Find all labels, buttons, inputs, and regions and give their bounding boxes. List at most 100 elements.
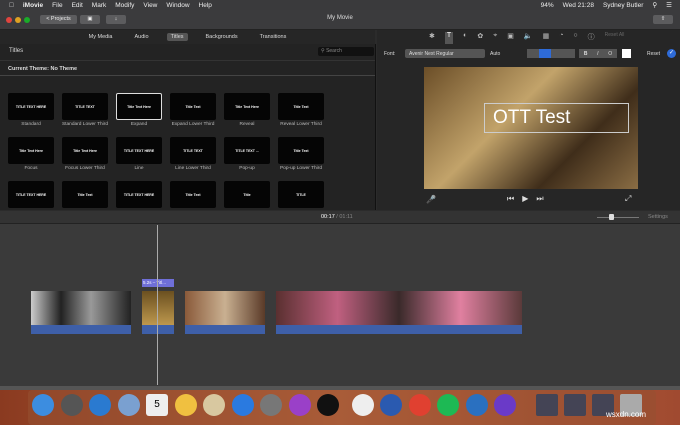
video-preview[interactable]: OTT Test xyxy=(424,67,638,189)
stabilization-icon[interactable]: ▣ xyxy=(507,32,514,44)
title-tile[interactable]: Title Text xyxy=(170,181,216,208)
menu-view[interactable]: View xyxy=(143,2,157,9)
app-menu[interactable]: iMovie xyxy=(23,2,43,9)
dock-preview-icon[interactable] xyxy=(117,394,140,416)
menu-mark[interactable]: Mark xyxy=(92,2,106,9)
dock-folder-icon[interactable] xyxy=(536,394,558,416)
clip-person[interactable] xyxy=(185,291,265,327)
audio-track[interactable] xyxy=(142,325,174,334)
alignment-buttons[interactable] xyxy=(527,49,575,58)
search-input[interactable]: ⚲ Search xyxy=(318,47,374,56)
title-tile[interactable]: Title Text Here xyxy=(8,137,54,164)
dock-imovie-icon[interactable] xyxy=(494,394,516,416)
clock[interactable]: Wed 21:28 xyxy=(563,2,594,9)
skip-back-icon[interactable]: ⏮ xyxy=(507,194,514,204)
font-size-select[interactable]: Auto xyxy=(490,51,500,57)
title-tile[interactable]: Title Text xyxy=(278,93,324,120)
title-tile[interactable]: Title xyxy=(224,181,270,208)
title-tile[interactable]: TITLE TEXT HERE xyxy=(8,181,54,208)
dock-word-icon[interactable] xyxy=(380,394,402,416)
dock-chrome-icon[interactable] xyxy=(408,394,431,416)
control-center-icon[interactable]: ☰ xyxy=(666,1,672,9)
title-tile[interactable]: TITLE TEXT HERE xyxy=(116,181,162,208)
title-tile[interactable]: Title Text Here xyxy=(116,93,162,120)
playhead[interactable] xyxy=(157,225,158,385)
dock-photos-icon[interactable] xyxy=(174,394,197,416)
style-buttons[interactable]: BIO xyxy=(579,49,617,58)
menu-window[interactable]: Window xyxy=(166,2,189,9)
tab-transitions[interactable]: Transitions xyxy=(256,33,291,41)
speed-icon[interactable]: ◔ xyxy=(559,32,563,44)
reset-button[interactable]: Reset xyxy=(647,51,660,57)
microphone-icon[interactable]: 🎤 xyxy=(426,195,436,204)
share-button[interactable]: ⇧ xyxy=(653,15,673,24)
title-tile-label: Focus Lower Third xyxy=(65,166,105,171)
tab-my-media[interactable]: My Media xyxy=(85,33,117,41)
dock-launchpad-icon[interactable] xyxy=(60,394,83,416)
tab-backgrounds[interactable]: Backgrounds xyxy=(202,33,242,41)
text-color-swatch[interactable] xyxy=(622,49,631,58)
dock-safari-icon[interactable] xyxy=(89,394,111,416)
audio-track[interactable] xyxy=(31,325,131,334)
menu-help[interactable]: Help xyxy=(199,2,212,9)
title-tile[interactable]: Title Text xyxy=(278,137,324,164)
tab-audio[interactable]: Audio xyxy=(131,33,153,41)
dock-calendar-icon[interactable]: 5 xyxy=(146,394,168,416)
title-overlay-text[interactable]: OTT Test xyxy=(484,103,629,133)
title-clip[interactable]: 5.2s – Titl... xyxy=(142,279,174,287)
menu-file[interactable]: File xyxy=(52,2,62,9)
dock-app-store-icon[interactable] xyxy=(231,394,254,416)
clip-flowers[interactable] xyxy=(276,291,522,327)
title-tile[interactable]: Title Text Here xyxy=(62,137,108,164)
zoom-slider-thumb[interactable] xyxy=(609,214,614,220)
title-tile-label: Focus xyxy=(24,166,38,171)
title-tile[interactable]: TITLE TEXT HERE xyxy=(116,137,162,164)
title-tile-label: Line Lower Third xyxy=(175,166,211,171)
zoom-slider[interactable] xyxy=(597,214,639,220)
apple-menu-icon[interactable]:  xyxy=(9,2,14,9)
clip-clapperboard[interactable] xyxy=(31,291,131,327)
title-tile[interactable]: TITLE TEXT ... xyxy=(224,137,270,164)
volume-icon[interactable]: 🔈 xyxy=(524,32,533,44)
title-tile[interactable]: Title Text xyxy=(170,93,216,120)
tab-titles[interactable]: Titles xyxy=(166,33,188,41)
menu-edit[interactable]: Edit xyxy=(72,2,83,9)
title-tile[interactable]: TITLE TEXT xyxy=(62,93,108,120)
skip-forward-icon[interactable]: ⏭ xyxy=(536,194,543,204)
text-icon[interactable]: T xyxy=(444,32,454,44)
dock-finder-icon[interactable] xyxy=(32,394,54,416)
dock-trello-icon[interactable] xyxy=(465,394,488,416)
title-tile[interactable]: TITLE TEXT xyxy=(170,137,216,164)
audio-track[interactable] xyxy=(276,325,522,334)
settings-button[interactable]: Settings xyxy=(648,214,668,220)
fullscreen-icon[interactable]: ⤢ xyxy=(625,194,631,204)
user-name[interactable]: Sydney Butler xyxy=(603,2,643,9)
reset-all-button[interactable]: Reset All xyxy=(605,32,625,44)
dock-spotify-icon[interactable] xyxy=(437,394,459,416)
color-correction-icon[interactable]: ✿ xyxy=(477,32,483,44)
battery-status[interactable]: 94% xyxy=(541,2,554,9)
dock-slack-icon[interactable] xyxy=(351,394,374,416)
title-tile[interactable]: Title Text xyxy=(62,181,108,208)
dock-system-preferences-icon[interactable] xyxy=(260,394,282,416)
filter-icon[interactable]: ○ xyxy=(573,32,577,44)
dock-podcasts-icon[interactable] xyxy=(288,394,311,416)
equalizer-icon[interactable]: ▦ xyxy=(543,32,550,44)
crop-icon[interactable]: ⌖ xyxy=(493,32,497,44)
color-balance-icon[interactable]: ◐ xyxy=(463,32,467,44)
font-select[interactable]: Avenir Next Regular xyxy=(405,49,485,58)
title-tile[interactable]: TITLE xyxy=(278,181,324,208)
dock-textedit-icon[interactable] xyxy=(203,394,225,416)
menu-modify[interactable]: Modify xyxy=(115,2,134,9)
title-tile[interactable]: TITLE TEXT HERE xyxy=(8,93,54,120)
spotlight-icon[interactable]: ⚲ xyxy=(652,1,657,9)
info-icon[interactable]: ⓘ xyxy=(588,32,595,44)
play-icon[interactable]: ▶ xyxy=(522,194,528,204)
magic-wand-icon[interactable]: ✱ xyxy=(429,32,435,44)
title-tile[interactable]: Title Text Here xyxy=(224,93,270,120)
audio-track[interactable] xyxy=(185,325,265,334)
dock-apple-tv-icon[interactable] xyxy=(317,394,339,416)
dock-window-icon[interactable] xyxy=(564,394,586,416)
apply-checkmark-icon[interactable]: ✓ xyxy=(667,49,676,58)
clip-title-video[interactable] xyxy=(142,291,174,327)
